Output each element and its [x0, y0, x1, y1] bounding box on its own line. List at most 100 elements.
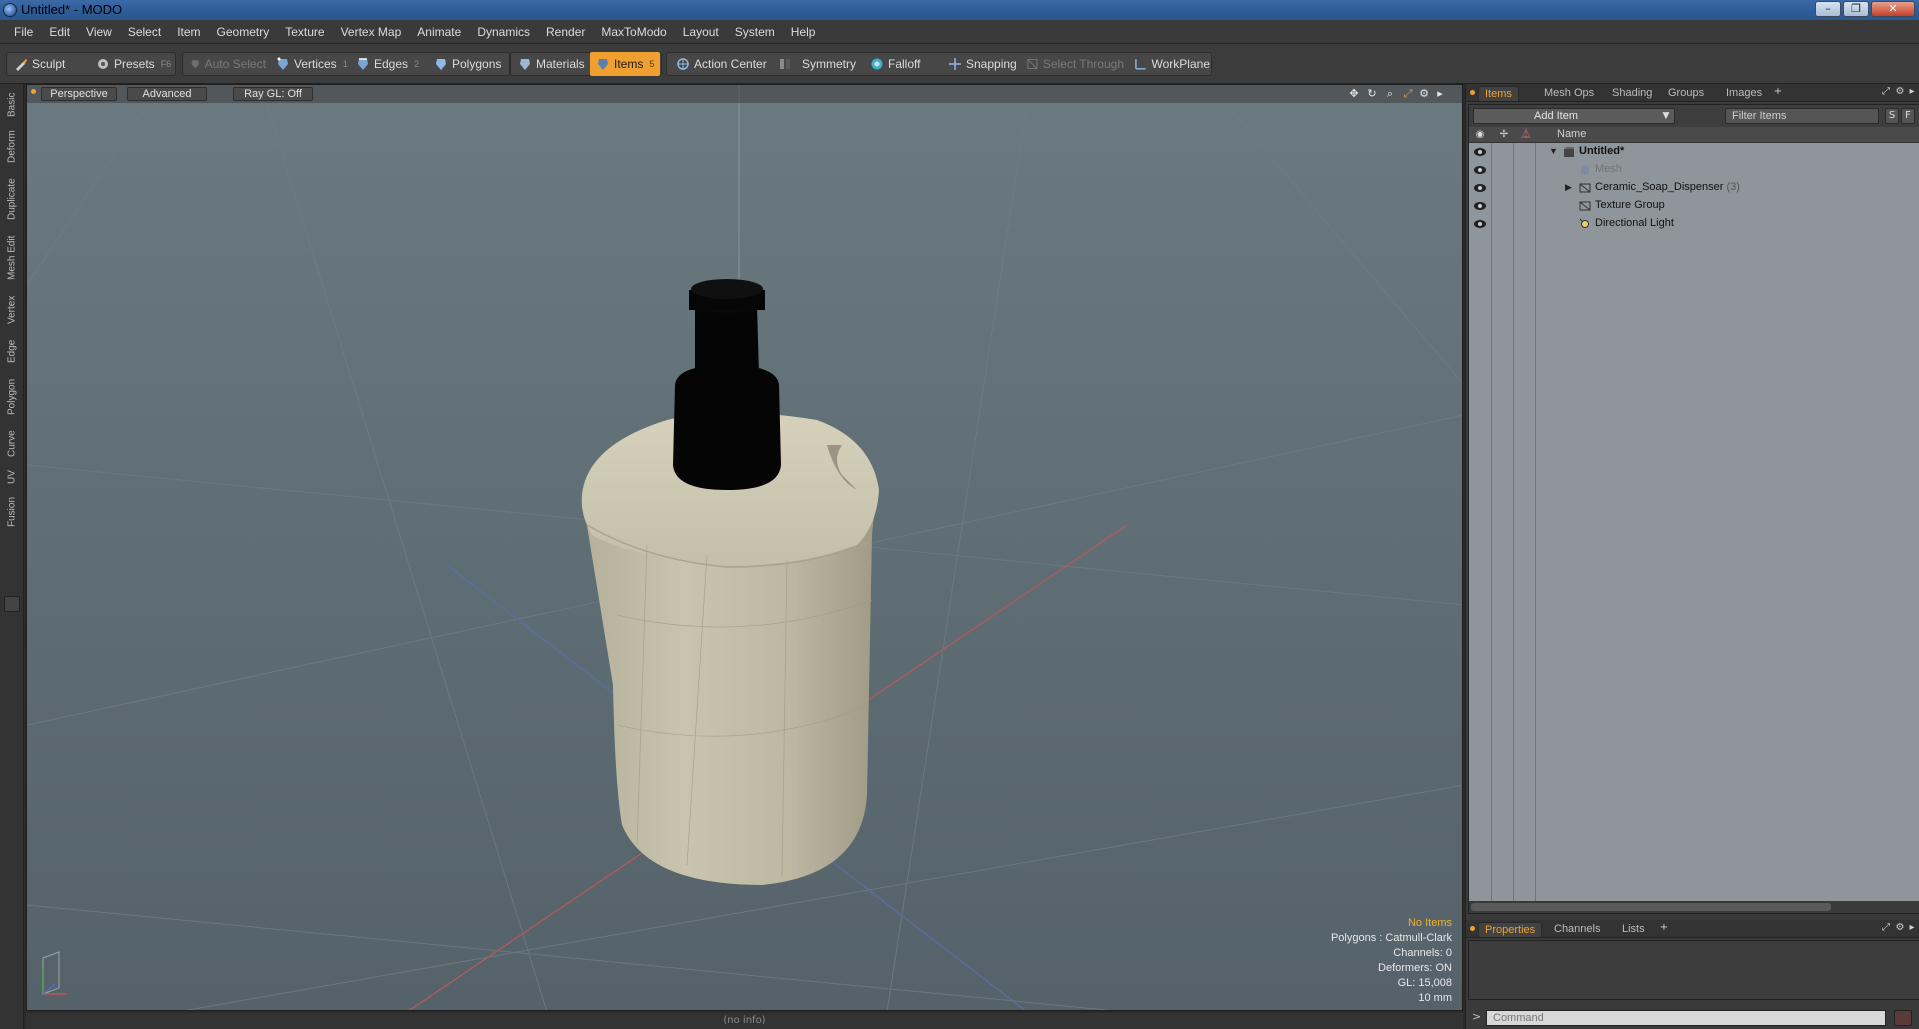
tab-images[interactable]: Images — [1720, 86, 1768, 101]
view-mode-dropdown[interactable]: Perspective — [41, 87, 117, 101]
tree-row-mesh[interactable]: Mesh — [1469, 161, 1919, 179]
add-item-button[interactable]: Add Item — [1473, 108, 1675, 124]
properties-settings-gear-icon[interactable]: ⚙ — [1894, 922, 1906, 934]
viewport-menu-dot[interactable] — [31, 89, 36, 94]
viewport-settings-gear-icon[interactable]: ⚙ — [1417, 87, 1431, 101]
zoom-view-icon[interactable]: ⌕ — [1383, 87, 1397, 101]
tree-label-texture-group: Texture Group — [1595, 199, 1665, 211]
tree-row-ceramic-soap-dispenser[interactable]: ▶ Ceramic_Soap_Dispenser (3) — [1469, 179, 1919, 197]
minimize-button[interactable]: – — [1815, 1, 1841, 17]
collapse-arrow-icon[interactable]: ▼ — [1549, 146, 1558, 156]
shading-dropdown[interactable]: Advanced — [127, 87, 207, 101]
tab-strip-toggle[interactable] — [4, 596, 20, 612]
add-item-dropdown-icon[interactable]: ▼ — [1657, 108, 1675, 124]
visibility-column-eye-icon[interactable]: ◉ — [1473, 128, 1487, 142]
tab-edge[interactable]: Edge — [3, 334, 21, 368]
tab-uv[interactable]: UV — [3, 466, 21, 488]
menu-system[interactable]: System — [727, 20, 783, 44]
maximize-button[interactable]: ❐ — [1843, 1, 1869, 17]
tab-lists[interactable]: Lists — [1616, 922, 1651, 937]
scrollbar-thumb[interactable] — [1471, 903, 1831, 911]
menu-vertex-map[interactable]: Vertex Map — [333, 20, 410, 44]
menu-layout[interactable]: Layout — [675, 20, 727, 44]
menu-edit[interactable]: Edit — [41, 20, 78, 44]
panel-expand-icon[interactable]: ⤢ — [1880, 86, 1892, 98]
raygl-toggle[interactable]: Ray GL: Off — [233, 87, 313, 101]
items-mode-button[interactable]: Items 5 — [590, 52, 660, 76]
vertices-button[interactable]: Vertices 1 — [270, 52, 350, 76]
panel-menu-dot[interactable] — [1470, 90, 1475, 95]
tab-duplicate[interactable]: Duplicate — [3, 172, 21, 226]
visibility-eye-icon[interactable] — [1473, 218, 1487, 230]
tab-curve[interactable]: Curve — [3, 426, 21, 462]
menu-file[interactable]: File — [6, 20, 41, 44]
properties-expand-icon[interactable]: ⤢ — [1880, 922, 1892, 934]
tab-items[interactable]: Items — [1478, 86, 1519, 101]
expand-arrow-icon[interactable]: ▶ — [1565, 182, 1572, 193]
menu-view[interactable]: View — [78, 20, 120, 44]
viewport-expand-arrow-icon[interactable]: ▸ — [1433, 87, 1447, 101]
workplane-button[interactable]: WorkPlane — [1128, 52, 1210, 76]
menu-select[interactable]: Select — [120, 20, 169, 44]
command-history-button[interactable] — [1894, 1010, 1912, 1026]
menu-geometry[interactable]: Geometry — [209, 20, 278, 44]
add-properties-tab-plus-icon[interactable]: + — [1658, 922, 1670, 934]
panel-settings-gear-icon[interactable]: ⚙ — [1894, 86, 1906, 98]
close-button[interactable]: ✕ — [1871, 1, 1915, 17]
3d-viewport[interactable]: Perspective Advanced Ray GL: Off ✥ ↻ ⌕ ⤢… — [26, 84, 1463, 1011]
panel-arrow-icon[interactable]: ▸ — [1906, 86, 1918, 98]
presets-button[interactable]: Presets F6 — [90, 52, 174, 76]
properties-arrow-icon[interactable]: ▸ — [1906, 922, 1918, 934]
falloff-button[interactable]: Falloff — [864, 52, 940, 76]
tab-shading[interactable]: Shading — [1606, 86, 1658, 101]
tab-channels[interactable]: Channels — [1548, 922, 1606, 937]
auto-select-button[interactable]: Auto Select — [184, 52, 266, 76]
move-view-icon[interactable]: ✥ — [1347, 87, 1361, 101]
menu-render[interactable]: Render — [538, 20, 593, 44]
tab-fusion[interactable]: Fusion — [3, 492, 21, 532]
visibility-eye-icon[interactable] — [1473, 146, 1487, 158]
tab-deform[interactable]: Deform — [3, 126, 21, 168]
lock-column-icon[interactable]: ✢ — [1497, 128, 1511, 142]
tree-row-texture-group[interactable]: Texture Group — [1469, 197, 1919, 215]
tab-basic[interactable]: Basic — [3, 88, 21, 122]
filter-s-button[interactable]: S — [1885, 108, 1899, 124]
menu-animate[interactable]: Animate — [409, 20, 469, 44]
tree-row-scene[interactable]: ▼ Untitled* — [1469, 143, 1919, 161]
tree-label-mesh: Mesh — [1595, 163, 1622, 175]
menu-texture[interactable]: Texture — [277, 20, 332, 44]
visibility-eye-icon[interactable] — [1473, 164, 1487, 176]
command-input[interactable]: Command — [1486, 1010, 1886, 1026]
visibility-eye-icon[interactable] — [1473, 182, 1487, 194]
polygons-button[interactable]: Polygons — [428, 52, 508, 76]
items-horizontal-scrollbar[interactable] — [1469, 901, 1919, 913]
viewport-header: Perspective Advanced Ray GL: Off ✥ ↻ ⌕ ⤢… — [27, 85, 1462, 103]
rotate-view-icon[interactable]: ↻ — [1365, 87, 1379, 101]
action-center-button[interactable]: Action Center — [670, 52, 770, 76]
tab-polygon[interactable]: Polygon — [3, 372, 21, 422]
menu-dynamics[interactable]: Dynamics — [469, 20, 538, 44]
snapping-button[interactable]: Snapping — [942, 52, 1026, 76]
tab-properties[interactable]: Properties — [1478, 922, 1543, 937]
menu-maxtomodo[interactable]: MaxToModo — [593, 20, 674, 44]
tree-row-directional-light[interactable]: Directional Light — [1469, 215, 1919, 233]
properties-menu-dot[interactable] — [1470, 926, 1475, 931]
tab-mesh-edit[interactable]: Mesh Edit — [3, 230, 21, 286]
tab-groups[interactable]: Groups — [1662, 86, 1710, 101]
menu-item[interactable]: Item — [169, 20, 208, 44]
name-column-header[interactable]: Name — [1557, 128, 1586, 140]
filter-f-button[interactable]: F — [1901, 108, 1915, 124]
visibility-eye-icon[interactable] — [1473, 200, 1487, 212]
sculpt-button[interactable]: Sculpt — [8, 52, 84, 76]
tab-mesh-ops[interactable]: Mesh Ops — [1538, 86, 1600, 101]
tab-vertex[interactable]: Vertex — [3, 290, 21, 330]
add-tab-plus-icon[interactable]: + — [1772, 86, 1784, 98]
edges-button[interactable]: Edges 2 — [350, 52, 430, 76]
symmetry-button[interactable]: Symmetry — [772, 52, 862, 76]
menu-help[interactable]: Help — [783, 20, 824, 44]
materials-button[interactable]: Materials — [512, 52, 588, 76]
filter-items-input[interactable]: Filter Items — [1725, 108, 1879, 124]
select-through-button[interactable]: Select Through — [1020, 52, 1124, 76]
render-column-icon[interactable]: ⏅ — [1519, 128, 1533, 142]
fit-view-icon[interactable]: ⤢ — [1401, 87, 1415, 101]
